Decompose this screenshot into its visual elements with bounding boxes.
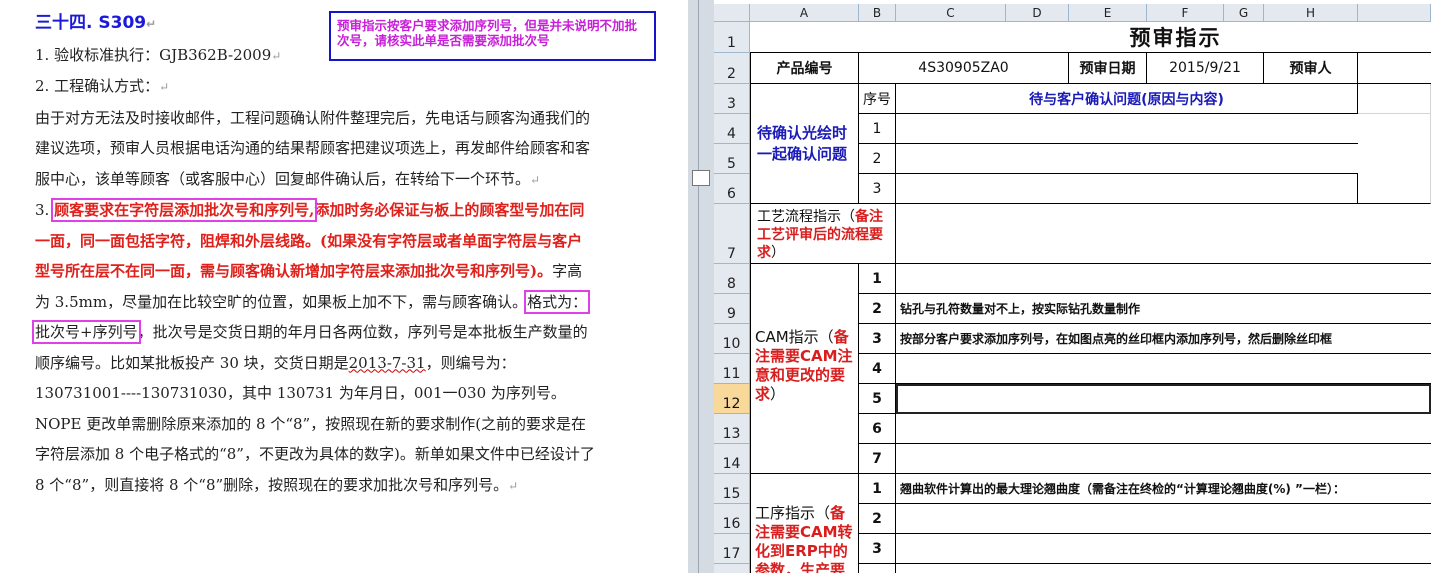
confirm-issue-3[interactable] — [896, 174, 1358, 204]
row-header-6[interactable]: 6 — [714, 174, 750, 204]
row-header-3[interactable]: 3 — [714, 84, 750, 114]
cam-seq-4[interactable]: 4 — [859, 354, 896, 384]
date-text: 2013-7-31 — [348, 353, 426, 372]
cam-seq-1[interactable]: 1 — [859, 264, 896, 294]
pane-splitter[interactable] — [688, 0, 714, 573]
confirm-issues-label[interactable]: 待确认光绘时一起确认问题 — [750, 84, 859, 204]
review-date-label[interactable]: 预审日期 — [1069, 53, 1147, 84]
row-header-13[interactable]: 13 — [714, 414, 750, 444]
column-header-b[interactable]: B — [859, 4, 896, 22]
row-header-18[interactable] — [714, 564, 750, 573]
confirm-issue-1[interactable] — [896, 114, 1358, 144]
process-label[interactable]: 工艺流程指示（备注工艺评审后的流程要求） — [750, 204, 896, 264]
seq-label[interactable]: 序号 — [859, 84, 896, 114]
column-header-c[interactable]: C — [896, 4, 1006, 22]
review-note-box: 预审指示按客户要求添加序列号，但是并未说明不加批次号，请核实此单是否需要添加批次… — [329, 11, 656, 61]
cam-item-3[interactable]: 按部分客户要求添加序列号，在如图点亮的丝印框内添加序列号，然后删除丝印框 — [896, 324, 1431, 354]
word-document: 三十四. S309↵ 1. 验收标准执行：GJB362B-2009↵ 2. 工程… — [0, 0, 688, 573]
confirm-issue-2[interactable] — [896, 144, 1358, 174]
row-header-10[interactable]: 10 — [714, 324, 750, 354]
row-header-11[interactable]: 11 — [714, 354, 750, 384]
cam-item-1[interactable] — [896, 264, 1431, 294]
operation-instruction-label[interactable]: 工序指示（备注需要CAM转化到ERP中的参数，生产要求 — [750, 474, 859, 573]
paragraph-requirement: 3. 顾客要求在字符层添加批次号和序列号,添加时务必保证与板上的顾客型号加在同一… — [31, 198, 595, 494]
product-number-label[interactable]: 产品编号 — [750, 53, 859, 84]
highlight-box-requirement: 顾客要求在字符层添加批次号和序列号, — [51, 198, 318, 222]
cam-seq-5[interactable]: 5 — [859, 384, 896, 414]
confirm-seq-1[interactable]: 1 — [859, 114, 896, 144]
spreadsheet[interactable]: A B C D E F G H 1 2 3 4 5 6 7 8 9 10 11 … — [714, 0, 1431, 573]
document-margin — [0, 0, 10, 573]
row-header-2[interactable]: 2 — [714, 53, 750, 84]
cam-seq-2[interactable]: 2 — [859, 294, 896, 324]
review-date-value[interactable]: 2015/9/21 — [1147, 53, 1264, 84]
cam-item-4[interactable] — [896, 354, 1431, 384]
row-header-17[interactable]: 17 — [714, 534, 750, 564]
op-seq-4[interactable] — [859, 564, 896, 573]
cam-seq-6[interactable]: 6 — [859, 414, 896, 444]
cam-seq-3[interactable]: 3 — [859, 324, 896, 354]
column-header-i[interactable] — [1358, 4, 1431, 22]
op-item-1[interactable]: 翘曲软件计算出的最大理论翘曲度（需备注在终检的“计算理论翘曲度(%) ”一栏）： — [896, 474, 1431, 504]
reviewer-value[interactable] — [1358, 53, 1431, 84]
op-seq-2[interactable]: 2 — [859, 504, 896, 534]
confirm-seq-3[interactable]: 3 — [859, 174, 896, 204]
column-header-a[interactable]: A — [750, 4, 859, 22]
select-all-corner[interactable] — [714, 4, 750, 22]
cam-seq-7[interactable]: 7 — [859, 444, 896, 474]
document-body[interactable]: 三十四. S309↵ 1. 验收标准执行：GJB362B-2009↵ 2. 工程… — [31, 8, 595, 501]
row-header-4[interactable]: 4 — [714, 114, 750, 144]
confirm-seq-2[interactable]: 2 — [859, 144, 896, 174]
cell-i3[interactable] — [1358, 84, 1431, 114]
row-header-12[interactable]: 12 — [714, 384, 750, 414]
row-header-7[interactable]: 7 — [714, 204, 750, 264]
paragraph-process: 由于对方无法及时接收邮件，工程问题确认附件整理完后，先电话与顾客沟通我们的建议选… — [35, 108, 591, 188]
row-header-8[interactable]: 8 — [714, 264, 750, 294]
row-header-1[interactable]: 1 — [714, 22, 750, 53]
row-header-5[interactable]: 5 — [714, 144, 750, 174]
op-seq-1[interactable]: 1 — [859, 474, 896, 504]
column-header-h[interactable]: H — [1264, 4, 1358, 22]
cam-instruction-label[interactable]: CAM指示（备注需要CAM注意和更改的要求） — [750, 264, 859, 474]
process-value[interactable] — [896, 204, 1431, 264]
splitter-handle[interactable] — [692, 170, 710, 186]
paragraph-confirm-method: 2. 工程确认方式：↵ — [35, 77, 170, 95]
form-title[interactable]: 预审指示 — [750, 22, 1431, 53]
row-header-15[interactable]: 15 — [714, 474, 750, 504]
issue-header[interactable]: 待与客户确认问题(原因与内容) — [896, 84, 1358, 114]
column-header-d[interactable]: D — [1006, 4, 1069, 22]
row-header-14[interactable]: 14 — [714, 444, 750, 474]
cam-item-6[interactable] — [896, 414, 1431, 444]
column-header-f[interactable]: F — [1147, 4, 1224, 22]
op-item-3[interactable] — [896, 534, 1431, 564]
column-header-e[interactable]: E — [1069, 4, 1147, 22]
cam-item-2[interactable]: 钻孔与孔符数量对不上，按实际钻孔数量制作 — [896, 294, 1431, 324]
product-number-value[interactable]: 4S30905ZA0 — [859, 53, 1069, 84]
reviewer-label[interactable]: 预审人 — [1264, 53, 1358, 84]
cam-item-5-active-cell[interactable] — [896, 384, 1431, 414]
row-header-9[interactable]: 9 — [714, 294, 750, 324]
cell-i4-6[interactable] — [1358, 114, 1431, 204]
op-item-2[interactable] — [896, 504, 1431, 534]
cam-item-7[interactable] — [896, 444, 1431, 474]
column-header-g[interactable]: G — [1224, 4, 1264, 22]
row-header-16[interactable]: 16 — [714, 504, 750, 534]
op-seq-3[interactable]: 3 — [859, 534, 896, 564]
